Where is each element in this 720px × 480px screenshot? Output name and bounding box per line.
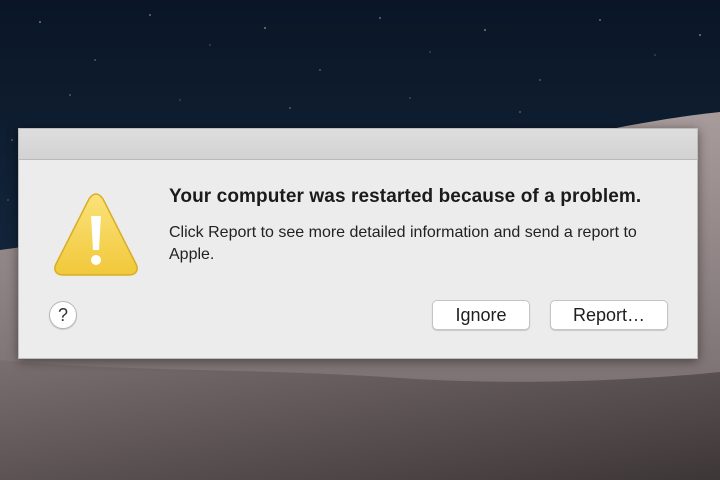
report-button[interactable]: Report… (550, 300, 668, 330)
dialog-titlebar[interactable] (19, 129, 697, 160)
dialog-message: Click Report to see more detailed inform… (169, 224, 637, 263)
help-button[interactable]: ? (49, 301, 77, 329)
caution-triangle-icon (54, 193, 138, 276)
ignore-button[interactable]: Ignore (432, 300, 530, 330)
crash-report-dialog: Your computer was restarted because of a… (18, 128, 698, 359)
dialog-headline: Your computer was restarted because of a… (169, 186, 642, 207)
